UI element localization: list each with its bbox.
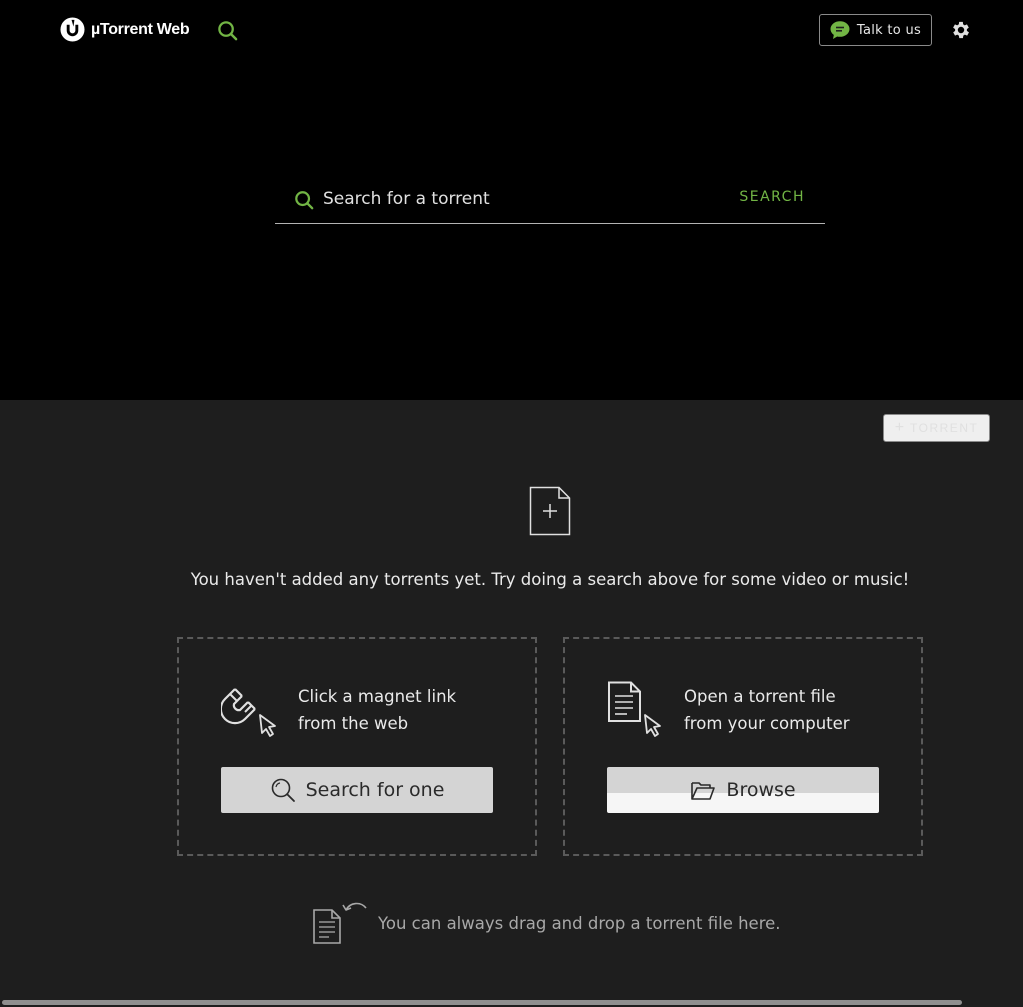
browse-label: Browse bbox=[726, 779, 796, 801]
utorrent-logo-icon bbox=[60, 17, 85, 42]
empty-state-message: You haven't added any torrents yet. Try … bbox=[190, 570, 910, 589]
magnet-card-line2: from the web bbox=[298, 714, 409, 733]
scrollbar-thumb[interactable] bbox=[2, 1000, 962, 1005]
search-for-one-label: Search for one bbox=[305, 779, 445, 801]
magnet-card-line1: Click a magnet link bbox=[298, 687, 457, 706]
torrent-file-card: Open a torrent file from your computer B… bbox=[563, 637, 923, 856]
file-card-line2: from your computer bbox=[684, 714, 850, 733]
drag-drop-label: You can always drag and drop a torrent f… bbox=[378, 913, 781, 933]
search-for-one-button[interactable]: Search for one bbox=[221, 767, 493, 813]
drag-drop-icon bbox=[313, 902, 367, 944]
drag-drop-hint: You can always drag and drop a torrent f… bbox=[312, 902, 781, 944]
talk-to-us-label: Talk to us bbox=[856, 22, 922, 38]
folder-open-icon bbox=[691, 782, 716, 800]
chat-bubble-icon bbox=[830, 21, 850, 39]
add-torrent-label: TORRENT bbox=[910, 421, 979, 435]
torrent-search-bar: SEARCH bbox=[275, 176, 825, 224]
plus-icon: + bbox=[894, 419, 905, 436]
magnet-cursor-icon bbox=[221, 688, 276, 737]
torrent-search-input[interactable] bbox=[323, 184, 723, 214]
top-search-panel: µTorrent Web Talk to us SEARCH bbox=[0, 0, 1023, 400]
app-logo[interactable]: µTorrent Web bbox=[60, 17, 190, 42]
file-card-line1: Open a torrent file bbox=[684, 687, 836, 706]
search-icon bbox=[295, 191, 314, 210]
search-icon[interactable] bbox=[217, 20, 238, 41]
magnet-card-text: Click a magnet link from the web bbox=[298, 683, 538, 737]
new-file-icon bbox=[529, 486, 571, 536]
file-card-text: Open a torrent file from your computer bbox=[684, 683, 924, 737]
document-cursor-icon bbox=[608, 681, 661, 737]
gear-icon[interactable] bbox=[950, 19, 972, 41]
magnet-link-card: Click a magnet link from the web Search … bbox=[177, 637, 537, 856]
app-name: µTorrent Web bbox=[91, 20, 190, 38]
magnifier-icon bbox=[271, 778, 295, 802]
horizontal-scrollbar[interactable] bbox=[0, 998, 1023, 1007]
search-button[interactable]: SEARCH bbox=[739, 189, 805, 205]
add-torrent-button[interactable]: + TORRENT bbox=[883, 414, 990, 442]
browse-button[interactable]: Browse bbox=[607, 767, 879, 813]
talk-to-us-button[interactable]: Talk to us bbox=[819, 14, 932, 46]
